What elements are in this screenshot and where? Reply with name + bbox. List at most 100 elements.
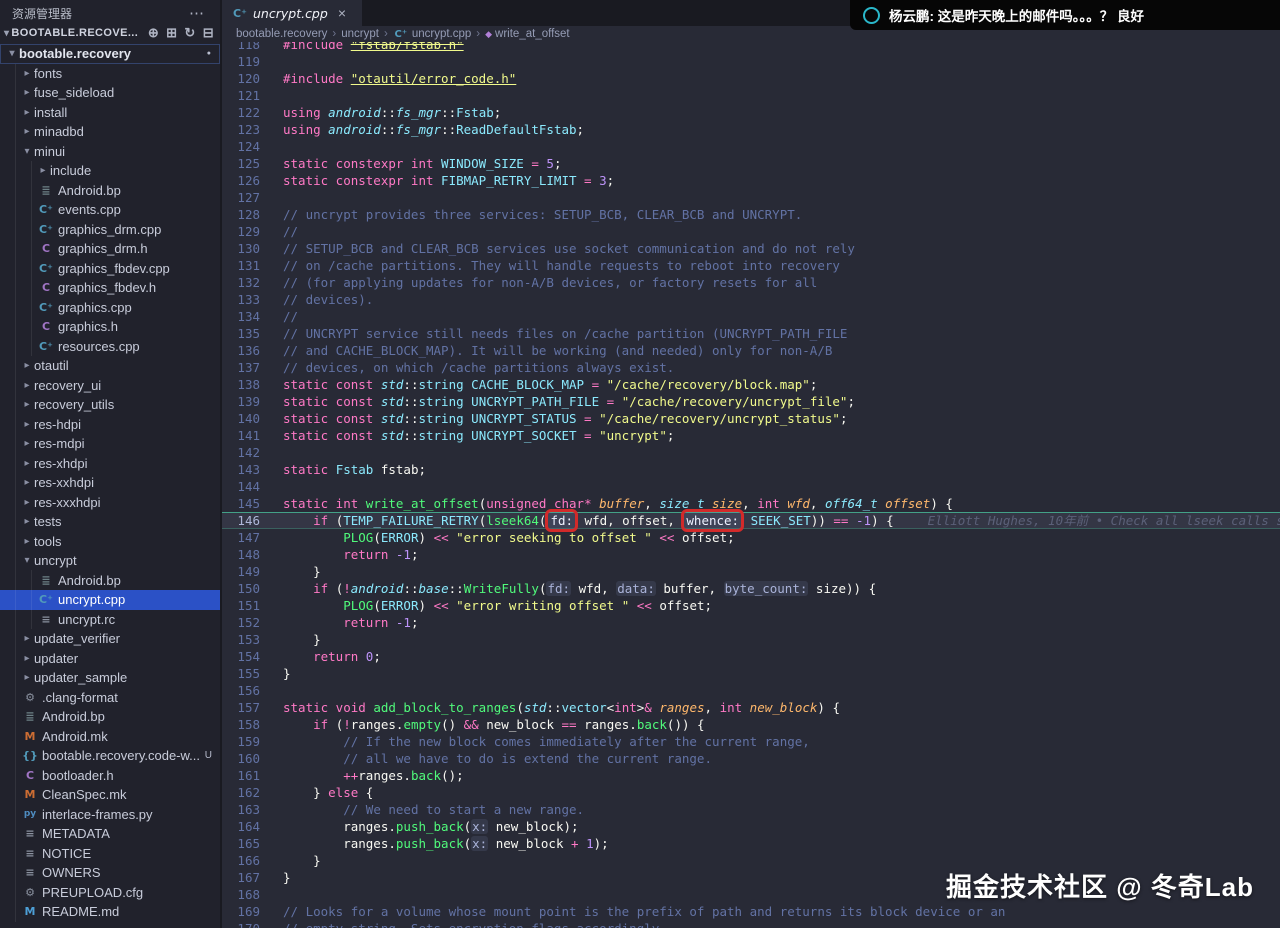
tree-folder-recovery_ui[interactable]: ▸recovery_ui (0, 376, 220, 396)
code-line-152[interactable]: 152 return -1; (222, 614, 1280, 631)
tree-file-NOTICE[interactable]: ≡NOTICE (0, 844, 220, 864)
code-line-169[interactable]: 169// Looks for a volume whose mount poi… (222, 903, 1280, 920)
tree-file-graphics_fbdev.cpp[interactable]: C⁺graphics_fbdev.cpp (0, 259, 220, 279)
code-line-121[interactable]: 121 (222, 87, 1280, 104)
tree-file-resources.cpp[interactable]: C⁺resources.cpp (0, 337, 220, 357)
code-line-146[interactable]: 146 if (TEMP_FAILURE_RETRY(lseek64(fd: w… (222, 512, 1280, 529)
tree-file-PREUPLOAD.cfg[interactable]: ⚙PREUPLOAD.cfg (0, 883, 220, 903)
tree-file-METADATA[interactable]: ≡METADATA (0, 824, 220, 844)
code-line-135[interactable]: 135// UNCRYPT service still needs files … (222, 325, 1280, 342)
tree-folder-res-mdpi[interactable]: ▸res-mdpi (0, 434, 220, 454)
code-line-166[interactable]: 166 } (222, 852, 1280, 869)
tree-file-.clang-format[interactable]: ⚙.clang-format (0, 688, 220, 708)
tree-file-Android.bp[interactable]: ≣Android.bp (0, 571, 220, 591)
code-line-150[interactable]: 150 if (!android::base::WriteFully(fd: w… (222, 580, 1280, 597)
tree-file-graphics.cpp[interactable]: C⁺graphics.cpp (0, 298, 220, 318)
code-line-129[interactable]: 129// (222, 223, 1280, 240)
tree-folder-fuse_sideload[interactable]: ▸fuse_sideload (0, 83, 220, 103)
tree-folder-include[interactable]: ▸include (0, 161, 220, 181)
tab-uncrypt-cpp[interactable]: C⁺ uncrypt.cpp × (222, 0, 362, 26)
tree-file-graphics_drm.cpp[interactable]: C⁺graphics_drm.cpp (0, 220, 220, 240)
code-line-118[interactable]: 118#include "fstab/fstab.h" (222, 42, 1280, 53)
code-line-151[interactable]: 151 PLOG(ERROR) << "error writing offset… (222, 597, 1280, 614)
code-line-132[interactable]: 132// (for applying updates for non-A/B … (222, 274, 1280, 291)
code-line-128[interactable]: 128// uncrypt provides three services: S… (222, 206, 1280, 223)
code-line-160[interactable]: 160 // all we have to do is extend the c… (222, 750, 1280, 767)
code-line-134[interactable]: 134// (222, 308, 1280, 325)
code-line-144[interactable]: 144 (222, 478, 1280, 495)
code-line-147[interactable]: 147 PLOG(ERROR) << "error seeking to off… (222, 529, 1280, 546)
tree-file-README.md[interactable]: MREADME.md (0, 902, 220, 922)
tree-folder-minadbd[interactable]: ▸minadbd (0, 122, 220, 142)
code-line-138[interactable]: 138static const std::string CACHE_BLOCK_… (222, 376, 1280, 393)
code-line-163[interactable]: 163 // We need to start a new range. (222, 801, 1280, 818)
code-line-140[interactable]: 140static const std::string UNCRYPT_STAT… (222, 410, 1280, 427)
tree-folder-fonts[interactable]: ▸fonts (0, 64, 220, 84)
code-line-120[interactable]: 120#include "otautil/error_code.h" (222, 70, 1280, 87)
code-line-122[interactable]: 122using android::fs_mgr::Fstab; (222, 104, 1280, 121)
code-line-164[interactable]: 164 ranges.push_back(x: new_block); (222, 818, 1280, 835)
tree-file-Android.bp[interactable]: ≣Android.bp (0, 707, 220, 727)
code-line-141[interactable]: 141static const std::string UNCRYPT_SOCK… (222, 427, 1280, 444)
breadcrumb-item-write_at_offset[interactable]: ◆write_at_offset (485, 28, 570, 40)
more-actions-icon[interactable]: ⋯ (183, 4, 210, 22)
tree-file-bootloader.h[interactable]: Cbootloader.h (0, 766, 220, 786)
code-line-142[interactable]: 142 (222, 444, 1280, 461)
tree-folder-update_verifier[interactable]: ▸update_verifier (0, 629, 220, 649)
code-line-123[interactable]: 123using android::fs_mgr::ReadDefaultFst… (222, 121, 1280, 138)
code-line-156[interactable]: 156 (222, 682, 1280, 699)
code-line-167[interactable]: 167} (222, 869, 1280, 886)
code-line-125[interactable]: 125static constexpr int WINDOW_SIZE = 5; (222, 155, 1280, 172)
tree-file-Android.bp[interactable]: ≣Android.bp (0, 181, 220, 201)
code-line-145[interactable]: 145static int write_at_offset(unsigned c… (222, 495, 1280, 512)
tree-folder-res-xxhdpi[interactable]: ▸res-xxhdpi (0, 473, 220, 493)
collapse-all-icon[interactable]: ⊟ (203, 25, 214, 40)
tree-file-uncrypt.cpp[interactable]: C⁺uncrypt.cpp (0, 590, 220, 610)
breadcrumb-item-bootable.recovery[interactable]: bootable.recovery (236, 28, 327, 40)
code-viewport[interactable]: 118#include "fstab/fstab.h"119120#includ… (222, 42, 1280, 928)
code-line-119[interactable]: 119 (222, 53, 1280, 70)
tree-folder-recovery_utils[interactable]: ▸recovery_utils (0, 395, 220, 415)
breadcrumb-item-uncrypt.cpp[interactable]: C⁺uncrypt.cpp (393, 28, 471, 40)
code-line-159[interactable]: 159 // If the new block comes immediatel… (222, 733, 1280, 750)
tree-folder-updater[interactable]: ▸updater (0, 649, 220, 669)
tree-folder-tests[interactable]: ▸tests (0, 512, 220, 532)
tree-folder-uncrypt[interactable]: ▾uncrypt (0, 551, 220, 571)
new-file-icon[interactable]: ⊕ (148, 25, 159, 40)
tree-file-events.cpp[interactable]: C⁺events.cpp (0, 200, 220, 220)
new-folder-icon[interactable]: ⊞ (166, 25, 177, 40)
tree-file-OWNERS[interactable]: ≡OWNERS (0, 863, 220, 883)
tree-folder-res-xxxhdpi[interactable]: ▸res-xxxhdpi (0, 493, 220, 513)
tree-file-uncrypt.rc[interactable]: ≡uncrypt.rc (0, 610, 220, 630)
code-line-170[interactable]: 170// empty string. Sets encryption flag… (222, 920, 1280, 928)
refresh-icon[interactable]: ↻ (184, 25, 195, 40)
code-line-158[interactable]: 158 if (!ranges.empty() && new_block == … (222, 716, 1280, 733)
code-line-136[interactable]: 136// and CACHE_BLOCK_MAP). It will be w… (222, 342, 1280, 359)
code-line-149[interactable]: 149 } (222, 563, 1280, 580)
close-icon[interactable]: × (338, 5, 346, 21)
tree-file-CleanSpec.mk[interactable]: MCleanSpec.mk (0, 785, 220, 805)
tree-file-interlace-frames.py[interactable]: pyinterlace-frames.py (0, 805, 220, 825)
code-line-133[interactable]: 133// devices). (222, 291, 1280, 308)
tree-file-bootable.recovery.code-w...[interactable]: {}bootable.recovery.code-w...U (0, 746, 220, 766)
code-line-153[interactable]: 153 } (222, 631, 1280, 648)
code-line-143[interactable]: 143static Fstab fstab; (222, 461, 1280, 478)
tree-file-graphics_fbdev.h[interactable]: Cgraphics_fbdev.h (0, 278, 220, 298)
breadcrumb-item-uncrypt[interactable]: uncrypt (341, 28, 379, 40)
tree-folder-otautil[interactable]: ▸otautil (0, 356, 220, 376)
code-line-155[interactable]: 155} (222, 665, 1280, 682)
tree-folder-res-xhdpi[interactable]: ▸res-xhdpi (0, 454, 220, 474)
code-line-154[interactable]: 154 return 0; (222, 648, 1280, 665)
code-line-165[interactable]: 165 ranges.push_back(x: new_block + 1); (222, 835, 1280, 852)
code-line-157[interactable]: 157static void add_block_to_ranges(std::… (222, 699, 1280, 716)
tree-file-graphics.h[interactable]: Cgraphics.h (0, 317, 220, 337)
code-line-127[interactable]: 127 (222, 189, 1280, 206)
tree-folder-tools[interactable]: ▸tools (0, 532, 220, 552)
tree-folder-updater_sample[interactable]: ▸updater_sample (0, 668, 220, 688)
code-line-124[interactable]: 124 (222, 138, 1280, 155)
message-notification-popup[interactable]: 杨云鹏: 这是昨天晚上的邮件吗。。。？ 良好 (850, 0, 1280, 30)
code-line-148[interactable]: 148 return -1; (222, 546, 1280, 563)
code-line-130[interactable]: 130// SETUP_BCB and CLEAR_BCB services u… (222, 240, 1280, 257)
tree-file-graphics_drm.h[interactable]: Cgraphics_drm.h (0, 239, 220, 259)
tree-file-Android.mk[interactable]: MAndroid.mk (0, 727, 220, 747)
